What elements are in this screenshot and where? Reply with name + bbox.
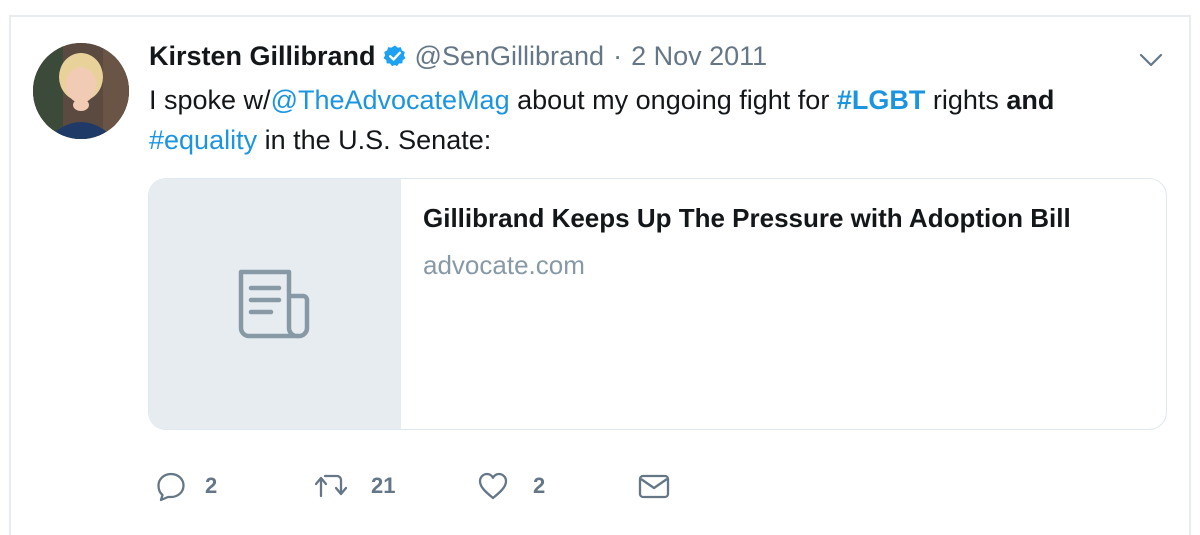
like-count: 2 <box>533 473 546 498</box>
hashtag-equality-link[interactable]: #equality <box>149 125 257 155</box>
retweet-count: 21 <box>371 473 396 498</box>
avatar[interactable] <box>33 43 129 139</box>
author-handle[interactable]: @SenGillibrand <box>415 40 605 72</box>
like-button[interactable]: 2 <box>477 470 545 502</box>
tweet-text-part: in the U.S. Senate: <box>257 125 492 155</box>
tweet-date[interactable]: 2 Nov 2011 <box>631 40 767 72</box>
verified-badge-icon <box>383 44 407 68</box>
author-name[interactable]: Kirsten Gillibrand <box>149 40 376 72</box>
tweet-header: Kirsten Gillibrand @SenGillibrand · 2 No… <box>149 40 767 72</box>
tweet-text-part: about my ongoing fight for <box>509 85 837 115</box>
tweet-text-bold: and <box>1006 85 1055 115</box>
reply-icon <box>157 472 185 502</box>
retweet-icon <box>314 474 348 498</box>
tweet-text-part: rights <box>925 85 1007 115</box>
avatar-image <box>33 43 129 139</box>
link-card[interactable]: Gillibrand Keeps Up The Pressure with Ad… <box>148 178 1167 430</box>
tweet-text-part: I spoke w/ <box>149 85 271 115</box>
envelope-icon <box>638 474 670 499</box>
direct-message-button[interactable] <box>637 470 671 502</box>
reply-count: 2 <box>205 473 218 498</box>
heart-icon <box>478 472 508 500</box>
document-icon <box>238 269 310 339</box>
card-thumbnail <box>149 179 401 429</box>
tweet-text: I spoke w/@TheAdvocateMag about my ongoi… <box>149 80 1149 160</box>
reply-button[interactable]: 2 <box>155 470 217 502</box>
card-title[interactable]: Gillibrand Keeps Up The Pressure with Ad… <box>423 202 1071 234</box>
retweet-button[interactable]: 21 <box>313 470 395 502</box>
mention-link[interactable]: @TheAdvocateMag <box>271 85 510 115</box>
chevron-down-icon[interactable] <box>1138 47 1164 78</box>
header-separator: · <box>613 41 623 71</box>
card-domain: advocate.com <box>423 250 585 280</box>
hashtag-lgbt-link[interactable]: #LGBT <box>837 85 926 115</box>
